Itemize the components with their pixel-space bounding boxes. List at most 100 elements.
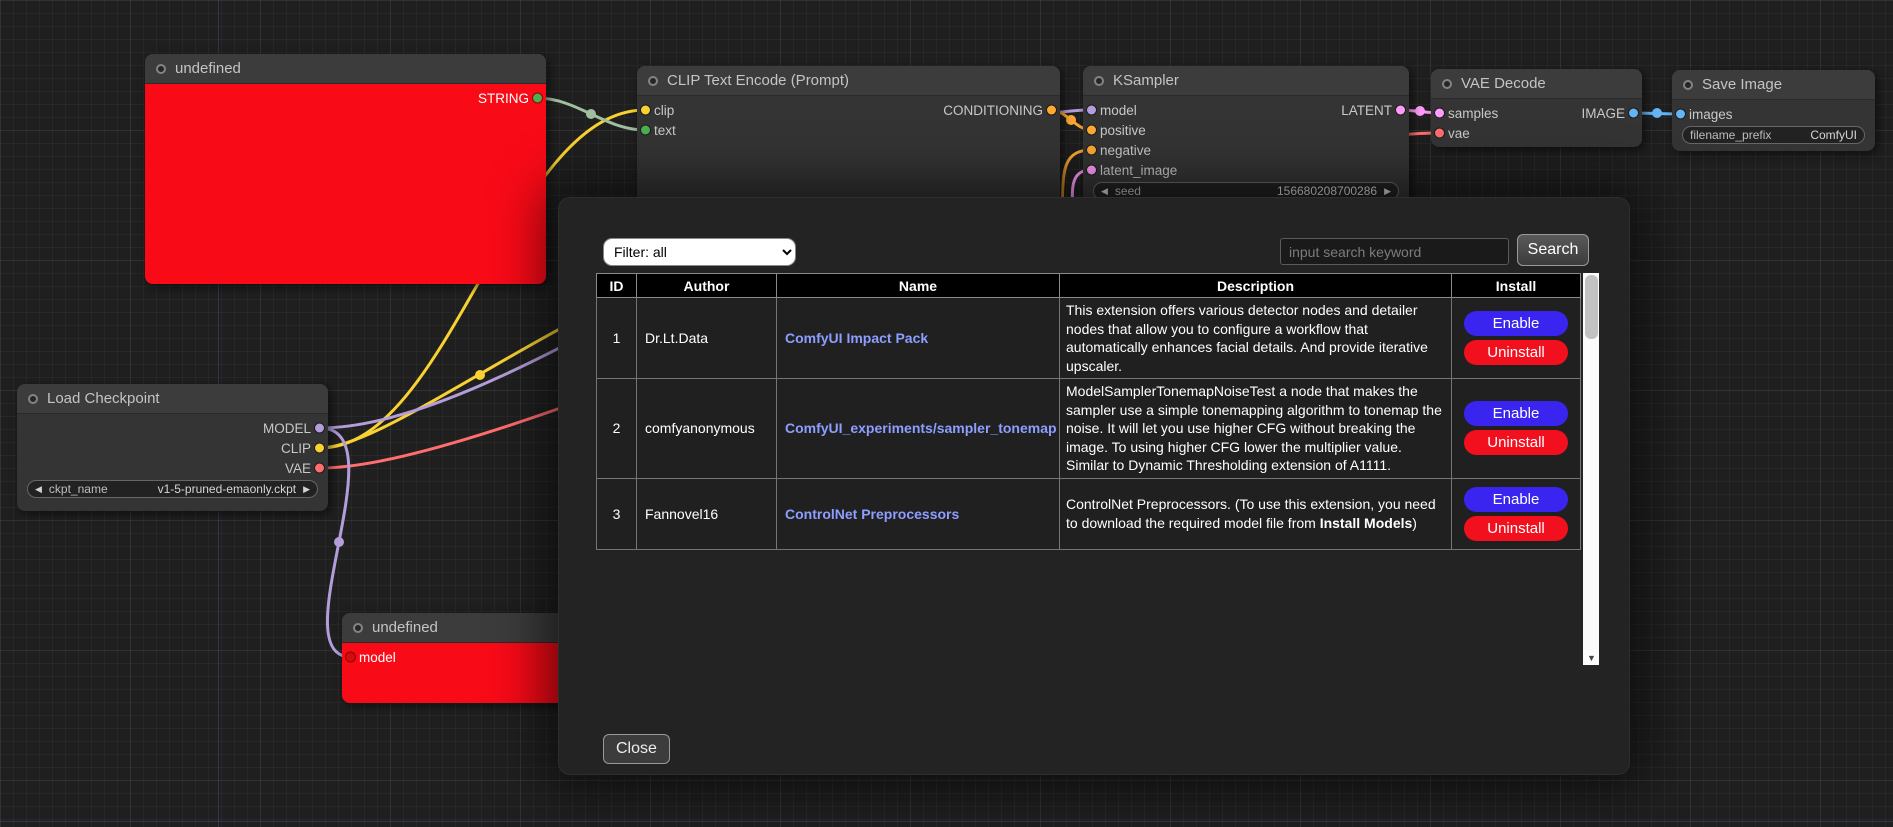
node-vae-decode[interactable]: VAE Decode samples IMAGE vae (1431, 69, 1642, 147)
output-slot-label: STRING (478, 91, 529, 106)
column-header-id: ID (597, 274, 637, 298)
input-socket-latent-image[interactable] (1087, 166, 1096, 175)
description-bold-text: Install Models (1320, 515, 1413, 531)
input-socket-negative[interactable] (1087, 146, 1096, 155)
table-scrollbar[interactable]: ▼ (1583, 273, 1599, 665)
input-socket-vae[interactable] (1435, 129, 1444, 138)
next-value-icon[interactable]: ▶ (303, 485, 310, 494)
input-slot-label: model (359, 650, 396, 665)
input-slot-label: positive (1100, 123, 1146, 138)
collapse-dot-icon[interactable] (648, 76, 658, 86)
node-title-bar[interactable]: KSampler (1083, 66, 1409, 96)
collapse-dot-icon[interactable] (1683, 80, 1693, 90)
widget-label: filename_prefix (1690, 128, 1771, 142)
node-title-bar[interactable]: VAE Decode (1431, 69, 1642, 99)
output-socket-model[interactable] (315, 424, 324, 433)
node-title: undefined (372, 619, 438, 636)
search-button[interactable]: Search (1517, 234, 1589, 266)
node-title: Load Checkpoint (47, 390, 160, 407)
output-slot-label: IMAGE (1581, 106, 1625, 121)
collapse-dot-icon[interactable] (353, 623, 363, 633)
link-dot (1066, 115, 1076, 125)
cell-id: 3 (597, 478, 637, 549)
output-socket-image[interactable] (1629, 109, 1638, 118)
link-dot (1415, 106, 1425, 116)
table-row: 3 Fannovel16 ControlNet Preprocessors Co… (597, 478, 1581, 549)
output-slot-label: CONDITIONING (943, 103, 1043, 118)
node-load-checkpoint[interactable]: Load Checkpoint MODEL CLIP VAE ◀ ckpt_na… (17, 384, 328, 511)
extension-link[interactable]: ControlNet Preprocessors (785, 506, 959, 522)
cell-id: 1 (597, 298, 637, 379)
link-dot (334, 537, 344, 547)
collapse-dot-icon[interactable] (1094, 76, 1104, 86)
input-socket-model[interactable] (1087, 106, 1096, 115)
column-header-install: Install (1452, 274, 1581, 298)
node-title-bar[interactable]: Save Image (1672, 70, 1875, 100)
prev-value-icon[interactable]: ◀ (35, 485, 42, 494)
cell-install: Enable Uninstall (1452, 478, 1581, 549)
search-input[interactable] (1280, 238, 1509, 265)
extension-link[interactable]: ComfyUI Impact Pack (785, 330, 928, 346)
filename-prefix-widget[interactable]: filename_prefix ComfyUI (1682, 126, 1865, 144)
output-slot-label: LATENT (1341, 103, 1392, 118)
ckpt-name-widget[interactable]: ◀ ckpt_name v1-5-pruned-emaonly.ckpt ▶ (27, 480, 318, 498)
output-slot-label: VAE (285, 461, 311, 476)
cell-name: ComfyUI Impact Pack (777, 298, 1060, 379)
uninstall-button[interactable]: Uninstall (1464, 340, 1568, 365)
input-socket-samples[interactable] (1435, 109, 1444, 118)
output-socket-conditioning[interactable] (1047, 106, 1056, 115)
collapse-dot-icon[interactable] (156, 64, 166, 74)
cell-name: ComfyUI_experiments/sampler_tonemap (777, 379, 1060, 479)
input-slot-label: images (1689, 107, 1733, 122)
node-save-image[interactable]: Save Image images filename_prefix ComfyU… (1672, 70, 1875, 151)
column-header-name: Name (777, 274, 1060, 298)
scrollbar-thumb[interactable] (1585, 275, 1598, 339)
input-socket-text[interactable] (641, 126, 650, 135)
node-title-bar[interactable]: undefined (145, 54, 546, 84)
node-title: undefined (175, 60, 241, 77)
link-dot (586, 109, 596, 119)
extension-link[interactable]: ComfyUI_experiments/sampler_tonemap (785, 420, 1057, 436)
uninstall-button[interactable]: Uninstall (1464, 430, 1568, 455)
node-title: KSampler (1113, 72, 1179, 89)
output-socket-clip[interactable] (315, 444, 324, 453)
input-socket-clip[interactable] (641, 106, 650, 115)
enable-button[interactable]: Enable (1464, 401, 1568, 426)
enable-button[interactable]: Enable (1464, 487, 1568, 512)
column-header-description: Description (1060, 274, 1452, 298)
cell-id: 2 (597, 379, 637, 479)
input-socket-positive[interactable] (1087, 126, 1096, 135)
node-title-bar[interactable]: Load Checkpoint (17, 384, 328, 414)
node-undefined-top[interactable]: undefined STRING (145, 54, 546, 284)
filter-select[interactable]: Filter: all (603, 238, 796, 266)
increment-icon[interactable]: ▶ (1384, 187, 1391, 196)
input-socket-model[interactable] (346, 653, 355, 662)
table-row: 1 Dr.Lt.Data ComfyUI Impact Pack This ex… (597, 298, 1581, 379)
widget-value: ComfyUI (1810, 128, 1857, 142)
output-slot-label: MODEL (263, 421, 311, 436)
collapse-dot-icon[interactable] (1442, 79, 1452, 89)
close-button[interactable]: Close (603, 734, 670, 764)
cell-description: ControlNet Preprocessors. (To use this e… (1060, 478, 1452, 549)
extensions-table: ID Author Name Description Install 1 Dr.… (596, 273, 1581, 550)
table-row: 2 comfyanonymous ComfyUI_experiments/sam… (597, 379, 1581, 479)
cell-description: ModelSamplerTonemapNoiseTest a node that… (1060, 379, 1452, 479)
output-socket-latent[interactable] (1396, 106, 1405, 115)
uninstall-button[interactable]: Uninstall (1464, 516, 1568, 541)
node-title: VAE Decode (1461, 75, 1546, 92)
node-title-bar[interactable]: CLIP Text Encode (Prompt) (637, 66, 1060, 96)
collapse-dot-icon[interactable] (28, 394, 38, 404)
widget-value: v1-5-pruned-emaonly.ckpt (158, 482, 297, 496)
widget-value: 156680208700286 (1277, 184, 1377, 198)
output-socket-vae[interactable] (315, 464, 324, 473)
output-socket-string[interactable] (533, 94, 542, 103)
enable-button[interactable]: Enable (1464, 311, 1568, 336)
output-slot-label: CLIP (281, 441, 311, 456)
scrollbar-down-arrow-icon[interactable]: ▼ (1583, 653, 1600, 663)
custom-nodes-manager-dialog: Filter: all Search ID Author Name Descri… (558, 197, 1630, 775)
decrement-icon[interactable]: ◀ (1101, 187, 1108, 196)
input-socket-images[interactable] (1676, 110, 1685, 119)
table-header-row: ID Author Name Description Install (597, 274, 1581, 298)
cell-name: ControlNet Preprocessors (777, 478, 1060, 549)
cell-author: Dr.Lt.Data (637, 298, 777, 379)
